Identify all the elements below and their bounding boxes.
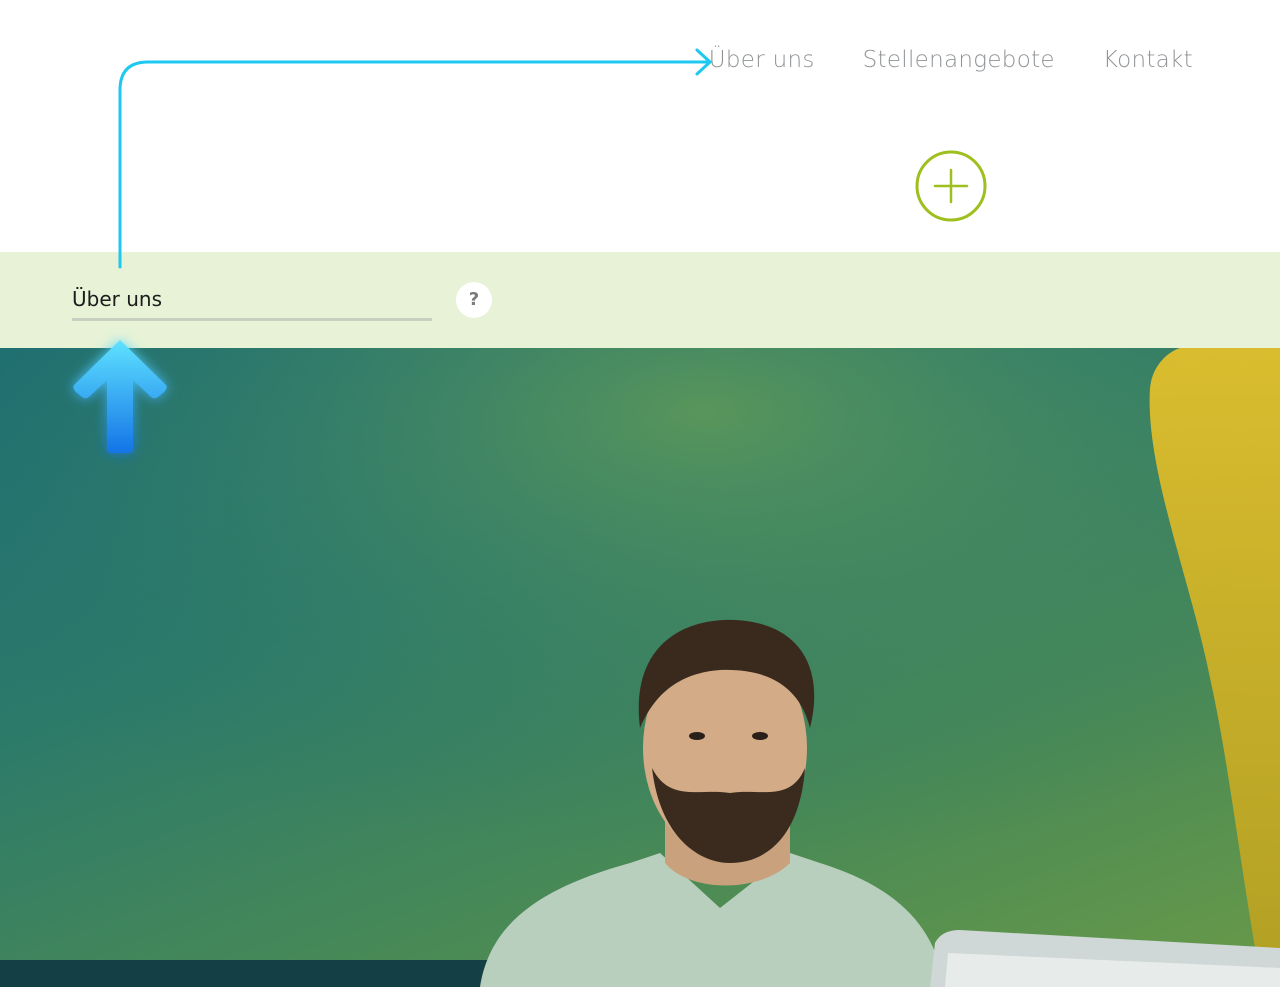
nav-item-ueber-uns[interactable]: Über uns xyxy=(709,44,815,76)
add-nav-item-button[interactable] xyxy=(915,150,987,222)
hero-photo xyxy=(0,348,1280,987)
plus-icon xyxy=(915,150,987,222)
nav-item-stellenangebote[interactable]: Stellenangebote xyxy=(863,44,1055,76)
menu-label-input[interactable] xyxy=(72,280,432,321)
nav-item-kontakt[interactable]: Kontakt xyxy=(1103,44,1193,76)
hero-image xyxy=(0,348,1280,987)
main-nav: Über uns Stellenangebote Kontakt xyxy=(709,44,1193,76)
help-button[interactable]: ? xyxy=(456,282,492,318)
site-header: Über uns Stellenangebote Kontakt xyxy=(0,0,1280,252)
